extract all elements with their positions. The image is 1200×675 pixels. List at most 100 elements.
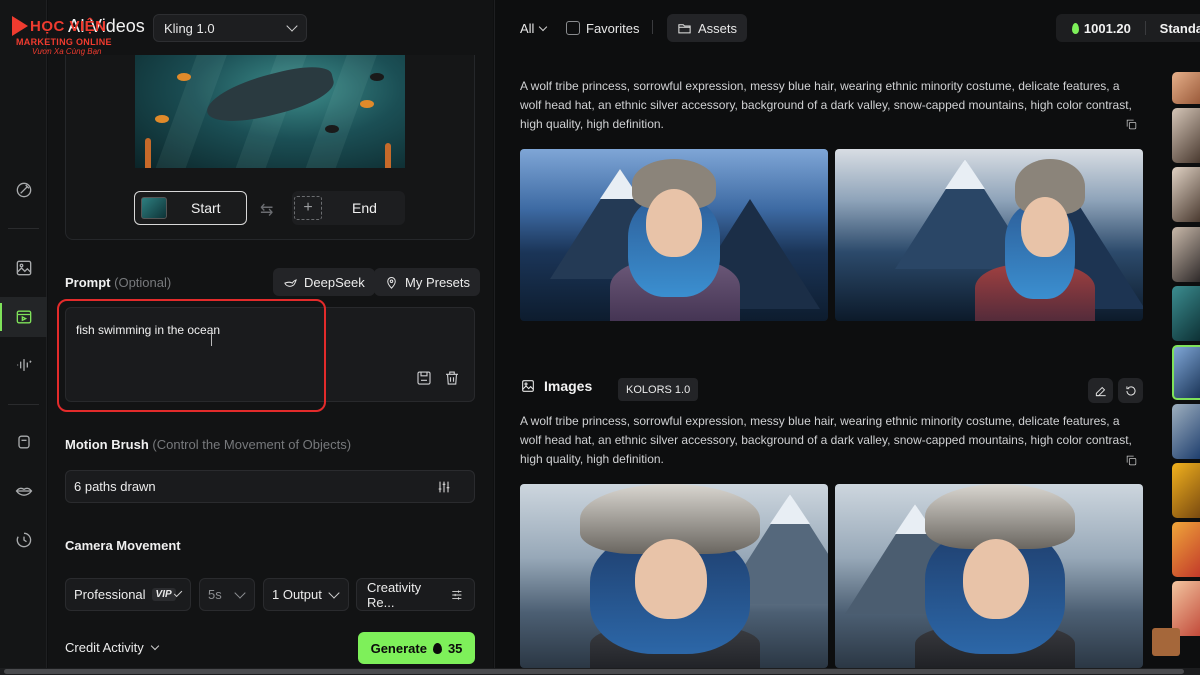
history-thumbnail[interactable] xyxy=(1172,286,1200,341)
generate-button[interactable]: Generate 35 xyxy=(358,632,475,664)
generated-image[interactable] xyxy=(835,484,1143,668)
rail-item-lipsync[interactable] xyxy=(0,471,47,511)
plan-label: Standard xyxy=(1159,20,1200,36)
regenerate-button[interactable] xyxy=(1118,378,1143,403)
copy-prompt-button[interactable] xyxy=(1125,454,1138,467)
generate-cost: 35 xyxy=(447,640,463,656)
end-label: End xyxy=(352,200,377,216)
logo-tagline: Vươn Xa Cùng Bạn xyxy=(32,47,102,56)
rail-item-history[interactable] xyxy=(0,520,47,560)
location-pin-icon xyxy=(387,276,396,289)
horizontal-scrollbar[interactable] xyxy=(0,668,1200,675)
play-logo-icon xyxy=(12,16,28,36)
rail-item-videos[interactable] xyxy=(0,297,47,337)
whale-icon xyxy=(284,278,297,287)
history-thumbnail[interactable] xyxy=(1172,167,1200,222)
outputs-select[interactable]: 1 Output xyxy=(263,578,349,611)
rail-item-effects[interactable] xyxy=(0,170,47,210)
generated-image[interactable] xyxy=(520,149,828,321)
history-thumbnail[interactable] xyxy=(1172,227,1200,282)
my-presets-button[interactable]: My Presets xyxy=(374,268,481,296)
rail-item-avatar[interactable] xyxy=(0,422,47,462)
start-label: Start xyxy=(191,200,221,216)
credits-balance[interactable]: 1001.20 Standard xyxy=(1056,14,1200,42)
duration-select[interactable]: 5s xyxy=(199,578,255,611)
generated-image[interactable] xyxy=(835,149,1143,321)
rail-item-images[interactable] xyxy=(0,248,47,288)
model-select[interactable]: Kling 1.0 xyxy=(153,14,307,42)
generated-image[interactable] xyxy=(520,484,828,668)
chevron-down-icon xyxy=(286,20,298,32)
model-select-value: Kling 1.0 xyxy=(164,20,215,36)
clear-prompt-button[interactable] xyxy=(443,369,461,387)
generation-prompt-text: A wolf tribe princess, sorrowful express… xyxy=(520,414,1132,466)
creativity-field[interactable]: Creativity Re... xyxy=(356,578,475,611)
rail-item-audio[interactable] xyxy=(0,345,47,385)
mode-select[interactable]: Professional VIP xyxy=(65,578,191,611)
history-thumbnail[interactable] xyxy=(1172,108,1200,163)
highlight-annotation xyxy=(57,299,326,412)
image-icon xyxy=(522,380,534,392)
filter-select[interactable]: All xyxy=(520,14,548,42)
edit-button[interactable] xyxy=(1088,378,1113,403)
brand-logo: HỌC VIỆN MARKETING ONLINE Vươn Xa Cùng B… xyxy=(12,16,112,56)
credit-drop-icon xyxy=(1072,22,1079,34)
magic-icon xyxy=(16,182,31,198)
duration-value: 5s xyxy=(208,587,222,602)
save-icon xyxy=(417,371,431,385)
history-thumbnail[interactable] xyxy=(1172,72,1200,104)
credit-activity-label: Credit Activity xyxy=(65,640,144,655)
assets-button[interactable]: Assets xyxy=(667,14,748,42)
vip-badge: VIP xyxy=(151,588,176,601)
history-icon xyxy=(16,532,31,548)
credit-drop-icon xyxy=(432,642,442,654)
credit-activity-button[interactable]: Credit Activity xyxy=(65,640,159,655)
chevron-down-icon xyxy=(539,22,548,31)
my-presets-label: My Presets xyxy=(405,274,471,290)
save-prompt-button[interactable] xyxy=(415,369,433,387)
camera-movement-label: Camera Movement xyxy=(65,538,181,553)
scrollbar-thumb[interactable] xyxy=(4,669,1184,674)
start-frame-preview xyxy=(135,55,405,168)
deepseek-label: DeepSeek xyxy=(304,274,365,290)
trash-icon xyxy=(446,371,458,385)
prompt-label-text: Prompt xyxy=(65,275,111,290)
motion-brush-sublabel: (Control the Movement of Objects) xyxy=(152,437,352,452)
generation-prompt-text: A wolf tribe princess, sorrowful express… xyxy=(520,79,1132,131)
outputs-value: 1 Output xyxy=(272,587,322,602)
copy-prompt-button[interactable] xyxy=(1125,118,1138,131)
lips-icon xyxy=(15,487,32,496)
history-thumbnail[interactable] xyxy=(1172,463,1200,518)
chevron-down-icon xyxy=(328,586,340,599)
images-title-text: Images xyxy=(544,378,593,394)
credits-value: 1001.20 xyxy=(1083,20,1131,36)
motion-brush-label-text: Motion Brush xyxy=(65,437,149,452)
chat-widget-icon[interactable] xyxy=(1152,628,1180,656)
prompt-label: Prompt (Optional) xyxy=(65,275,171,290)
edit-icon xyxy=(1095,386,1106,396)
video-icon xyxy=(16,310,31,324)
images-section-title: Images xyxy=(520,378,592,394)
history-thumbnail[interactable] xyxy=(1172,522,1200,577)
plus-icon: + xyxy=(294,196,322,220)
swap-frames-icon[interactable]: ⇆ xyxy=(260,200,273,220)
motion-brush-field[interactable]: 6 paths drawn xyxy=(65,470,475,503)
history-thumbnail-selected[interactable] xyxy=(1172,345,1200,400)
favorites-checkbox[interactable] xyxy=(566,21,580,35)
generate-label: Generate xyxy=(370,640,427,656)
end-frame-button[interactable]: + End xyxy=(292,191,405,225)
logo-text: HỌC VIỆN xyxy=(30,17,107,35)
chevron-down-icon xyxy=(234,586,246,599)
start-frame-button[interactable]: Start xyxy=(134,191,247,225)
deepseek-button[interactable]: DeepSeek xyxy=(273,268,375,296)
motion-brush-value: 6 paths drawn xyxy=(74,479,156,494)
copy-icon xyxy=(1126,455,1137,466)
settings-sliders-icon[interactable] xyxy=(436,479,452,495)
chevron-down-icon xyxy=(150,641,159,651)
favorites-toggle[interactable]: Favorites xyxy=(566,14,639,42)
robot-icon xyxy=(17,435,30,449)
filter-value: All xyxy=(520,20,535,36)
left-rail xyxy=(0,0,47,675)
history-thumbnail[interactable] xyxy=(1172,404,1200,459)
motion-brush-label: Motion Brush (Control the Movement of Ob… xyxy=(65,437,351,452)
